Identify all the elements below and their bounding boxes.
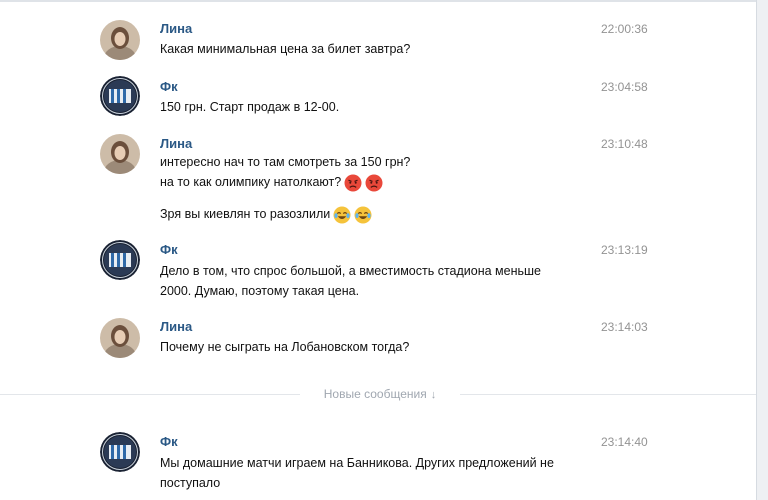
message-item: Лина 23:10:48 интересно нач то там смотр… bbox=[0, 128, 756, 228]
message-line: интересно нач то там смотреть за 150 грн… bbox=[160, 155, 411, 169]
message-line: на то как олимпику натолкают? bbox=[160, 175, 342, 189]
message-line: поступало bbox=[160, 476, 221, 490]
divider-line bbox=[460, 394, 756, 395]
message-item: Фк 23:14:40 Мы домашние матчи играем на … bbox=[0, 426, 756, 498]
message-time[interactable]: 23:14:03 bbox=[601, 320, 648, 334]
user-photo-avatar[interactable] bbox=[100, 318, 140, 358]
message-item: Фк 23:13:19 Дело в том, что спрос большо… bbox=[0, 234, 756, 308]
club-logo-avatar[interactable] bbox=[100, 76, 140, 116]
angry-emoji-icon bbox=[365, 174, 383, 192]
divider-line bbox=[0, 394, 300, 395]
top-border bbox=[0, 0, 756, 2]
message-time[interactable]: 23:13:19 bbox=[601, 243, 648, 257]
message-time[interactable]: 22:00:36 bbox=[601, 22, 648, 36]
message-author[interactable]: Фк bbox=[160, 434, 178, 449]
message-text: 150 грн. Старт продаж в 12-00. bbox=[160, 97, 590, 117]
user-photo-avatar[interactable] bbox=[100, 134, 140, 174]
message-text: интересно нач то там смотреть за 150 грн… bbox=[160, 152, 590, 224]
message-time[interactable]: 23:10:48 bbox=[601, 137, 648, 151]
message-item: Фк 23:04:58 150 грн. Старт продаж в 12-0… bbox=[0, 70, 756, 124]
message-line: Какая минимальная цена за билет завтра? bbox=[160, 42, 411, 56]
new-messages-divider: Новые сообщения ↓ bbox=[0, 385, 756, 405]
tears-of-joy-emoji-icon bbox=[333, 206, 351, 224]
angry-emoji-icon bbox=[344, 174, 362, 192]
message-time[interactable]: 23:14:40 bbox=[601, 435, 648, 449]
message-line: Почему не сыграть на Лобановском тогда? bbox=[160, 340, 410, 354]
message-item: Лина 22:00:36 Какая минимальная цена за … bbox=[0, 14, 756, 66]
message-author[interactable]: Лина bbox=[160, 21, 192, 36]
message-author[interactable]: Лина bbox=[160, 319, 192, 334]
message-line: Мы домашние матчи играем на Банникова. Д… bbox=[160, 456, 554, 470]
message-text: Какая минимальная цена за билет завтра? bbox=[160, 39, 590, 59]
message-author[interactable]: Фк bbox=[160, 242, 178, 257]
message-line-with-emoji: Зря вы киевлян то разозлили bbox=[160, 204, 590, 224]
club-logo-avatar[interactable] bbox=[100, 240, 140, 280]
message-line: 150 грн. Старт продаж в 12-00. bbox=[160, 100, 340, 114]
message-author[interactable]: Лина bbox=[160, 136, 192, 151]
new-messages-label: Новые сообщения ↓ bbox=[323, 387, 437, 401]
message-line: Дело в том, что спрос большой, а вместим… bbox=[160, 264, 541, 278]
club-logo-avatar[interactable] bbox=[100, 432, 140, 472]
message-text: Почему не сыграть на Лобановском тогда? bbox=[160, 337, 590, 357]
message-line: Зря вы киевлян то разозлили bbox=[160, 207, 331, 221]
message-text: Мы домашние матчи играем на Банникова. Д… bbox=[160, 453, 590, 493]
arrow-down-icon: ↓ bbox=[430, 389, 437, 401]
chat-history: Лина 22:00:36 Какая минимальная цена за … bbox=[0, 0, 757, 500]
message-item: Лина 23:14:03 Почему не сыграть на Лобан… bbox=[0, 312, 756, 368]
message-line: 2000. Думаю, поэтому такая цена. bbox=[160, 284, 360, 298]
message-line-with-emoji: на то как олимпику натолкают? bbox=[160, 172, 590, 192]
message-author[interactable]: Фк bbox=[160, 79, 178, 94]
tears-of-joy-emoji-icon bbox=[354, 206, 372, 224]
message-time[interactable]: 23:04:58 bbox=[601, 80, 648, 94]
message-text: Дело в том, что спрос большой, а вместим… bbox=[160, 261, 590, 301]
user-photo-avatar[interactable] bbox=[100, 20, 140, 60]
